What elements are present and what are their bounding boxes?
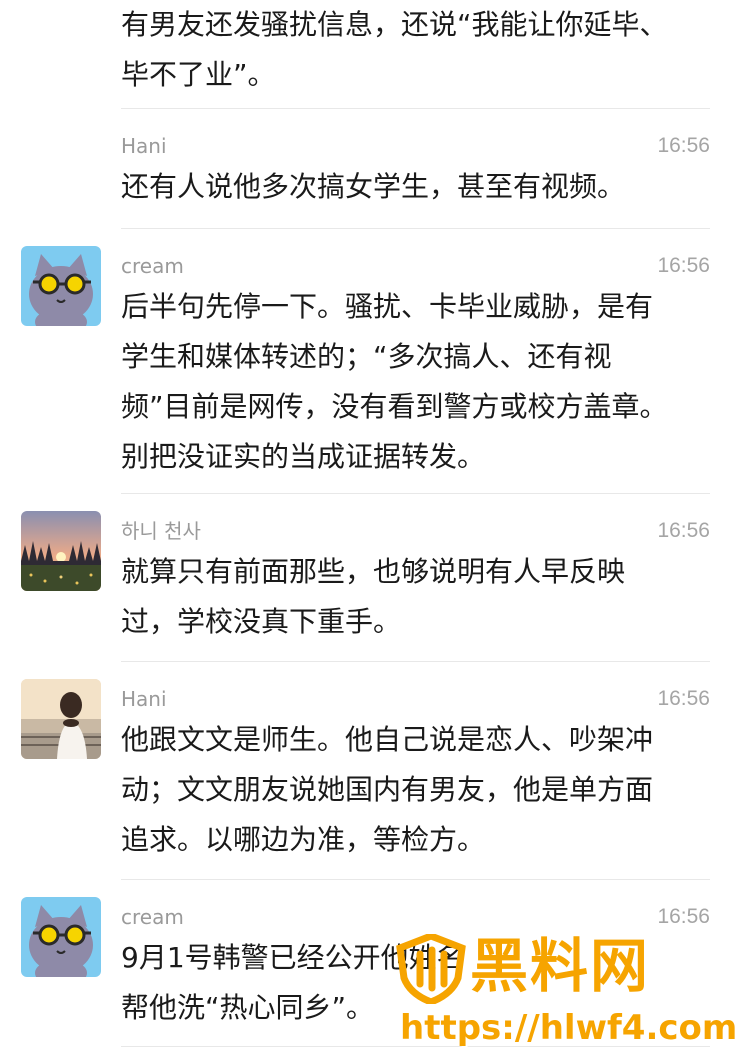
divider — [121, 879, 710, 880]
message-time: 16:56 — [657, 134, 710, 157]
message-content: 还有人说他多次搞女学生，甚至有视频。 — [121, 162, 721, 212]
message-time: 16:56 — [657, 254, 710, 277]
message-content: 就算只有前面那些，也够说明有人早反映 过，学校没真下重手。 — [121, 547, 721, 647]
message-content: 他跟文文是师生。他自己说是恋人、吵架冲 动；文文朋友说她国内有男友，他是单方面 … — [121, 715, 721, 865]
message-time: 16:56 — [657, 687, 710, 710]
message-line: 他跟文文是师生。他自己说是恋人、吵架冲 — [121, 723, 654, 756]
chat-message[interactable]: 하니 천사 16:56 就算只有前面那些，也够说明有人早反映 过，学校没真下重手… — [0, 505, 740, 663]
message-line: 就算只有前面那些，也够说明有人早反映 — [121, 555, 626, 588]
cat-sunglasses-avatar[interactable] — [21, 897, 101, 977]
sender-name: Hani — [121, 687, 167, 711]
message-time: 16:56 — [657, 905, 710, 928]
message-line: 毕不了业”。 — [121, 58, 276, 91]
divider — [121, 661, 710, 662]
message-line: 后半句先停一下。骚扰、卡毕业威胁，是有 — [121, 290, 654, 323]
message-line: 频”目前是网传，没有看到警方或校方盖章。 — [121, 390, 668, 423]
message-line: 有男友还发骚扰信息，还说“我能让你延毕、 — [121, 8, 668, 41]
cat-sunglasses-avatar[interactable] — [21, 246, 101, 326]
watermark-url: https://hlwf4.com — [400, 1008, 738, 1048]
divider — [121, 493, 710, 494]
message-line: 学生和媒体转述的；“多次搞人、还有视 — [121, 340, 612, 373]
message-line: 过，学校没真下重手。 — [121, 605, 402, 638]
sender-name: cream — [121, 254, 184, 278]
watermark: 黑料网 https://hlwf4.com — [388, 928, 740, 1054]
message-time: 16:56 — [657, 519, 710, 542]
watermark-title: 黑料网 — [470, 932, 651, 1000]
divider — [121, 228, 710, 229]
sunset-field-avatar[interactable] — [21, 511, 101, 591]
message-line: 追求。以哪边为准，等检方。 — [121, 823, 486, 856]
message-content: 后半句先停一下。骚扰、卡毕业威胁，是有 学生和媒体转述的；“多次搞人、还有视 频… — [121, 282, 721, 482]
previous-message-content: 有男友还发骚扰信息，还说“我能让你延毕、 毕不了业”。 — [121, 0, 721, 100]
message-line: 动；文文朋友说她国内有男友，他是单方面 — [121, 773, 654, 806]
divider — [121, 108, 710, 109]
sender-name: cream — [121, 905, 184, 929]
chat-message[interactable]: Hani 16:56 还有人说他多次搞女学生，甚至有视频。 — [0, 120, 740, 230]
message-line: 别把没证实的当成证据转发。 — [121, 440, 486, 473]
sender-name: 하니 천사 — [121, 519, 201, 543]
chat-message[interactable]: Hani 16:56 他跟文文是师生。他自己说是恋人、吵架冲 动；文文朋友说她国… — [0, 673, 740, 881]
sender-name: Hani — [121, 134, 167, 158]
message-line: 还有人说他多次搞女学生，甚至有视频。 — [121, 170, 626, 203]
girl-seaside-avatar[interactable] — [21, 679, 101, 759]
shield-logo-icon — [396, 934, 466, 1004]
chat-message[interactable]: cream 16:56 后半句先停一下。骚扰、卡毕业威胁，是有 学生和媒体转述的… — [0, 240, 740, 495]
